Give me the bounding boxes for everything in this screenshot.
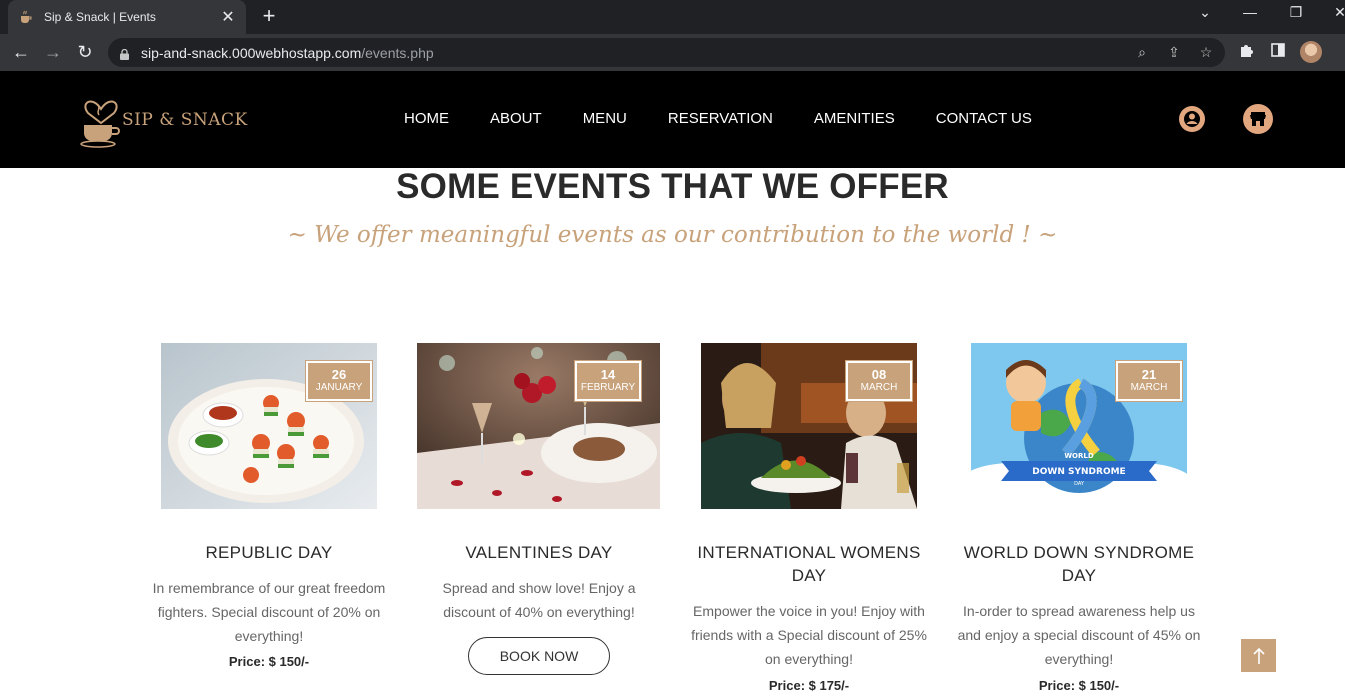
event-price: Price: $ 150/- xyxy=(228,654,310,669)
event-month: MARCH xyxy=(860,382,898,393)
logo-text: SIP & SNACK xyxy=(122,110,248,130)
event-date-badge: 08 MARCH xyxy=(845,360,913,402)
book-now-button[interactable]: BOOK NOW xyxy=(468,637,610,675)
event-day: 14 xyxy=(600,367,616,382)
event-month: JANUARY xyxy=(315,382,363,393)
address-bar[interactable]: sip-and-snack.000webhostapp.com/events.p… xyxy=(108,38,1225,67)
extensions-puzzle-icon[interactable] xyxy=(1236,42,1256,62)
reload-icon[interactable]: ↻ xyxy=(73,40,97,64)
site-header: SIP & SNACK HOME ABOUT MENU RESERVATION … xyxy=(0,71,1345,168)
browser-tab[interactable]: Sip & Snack | Events ✕ xyxy=(8,0,246,34)
nav-amenities[interactable]: AMENITIES xyxy=(814,110,895,127)
image-text-world: WORLD xyxy=(1064,452,1094,460)
event-description: Empower the voice in you! Enjoy with fri… xyxy=(691,603,927,667)
image-text-down-syndrome: DOWN SYNDROME xyxy=(1032,467,1125,477)
nav-home[interactable]: HOME xyxy=(404,110,449,127)
restore-icon[interactable]: ❐ xyxy=(1283,4,1309,21)
event-price: Price: $ 150/- xyxy=(1038,678,1120,693)
url-text: sip-and-snack.000webhostapp.com/events.p… xyxy=(141,44,434,61)
event-day: 21 xyxy=(1141,367,1157,382)
event-month: MARCH xyxy=(1130,382,1168,393)
user-icon xyxy=(1184,111,1200,127)
image-text-day: DAY xyxy=(1074,481,1085,487)
tab-close-icon[interactable]: ✕ xyxy=(220,7,236,27)
store-icon xyxy=(1250,112,1266,126)
minimize-icon[interactable]: — xyxy=(1237,4,1263,20)
event-date-badge: 14 FEBRUARY xyxy=(574,360,642,402)
forward-arrow-icon[interactable]: → xyxy=(41,40,65,64)
event-day: 26 xyxy=(331,367,347,382)
event-month: FEBRUARY xyxy=(580,382,636,393)
side-panel-icon[interactable] xyxy=(1268,42,1288,62)
bookmark-star-icon[interactable]: ☆ xyxy=(1196,42,1216,62)
store-button[interactable] xyxy=(1243,104,1273,134)
browser-toolbar: ← → ↻ sip-and-snack.000webhostapp.com/ev… xyxy=(0,34,1345,71)
section-title: SOME EVENTS THAT WE OFFER xyxy=(396,167,949,206)
event-description: In remembrance of our great freedom figh… xyxy=(152,580,386,644)
tab-search-chevron-icon[interactable]: ⌄ xyxy=(1192,4,1218,21)
event-price: Price: $ 175/- xyxy=(768,678,850,693)
nav-about[interactable]: ABOUT xyxy=(490,110,542,127)
event-day: 08 xyxy=(871,367,887,382)
nav-reservation[interactable]: RESERVATION xyxy=(668,110,773,127)
arrow-up-icon xyxy=(1252,647,1265,664)
back-arrow-icon[interactable]: ← xyxy=(9,40,33,64)
browser-tab-bar: Sip & Snack | Events ✕ + ⌄ — ❐ ✕ xyxy=(0,0,1345,34)
zoom-icon[interactable]: ⌕ xyxy=(1132,42,1152,62)
nav-menu[interactable]: MENU xyxy=(583,110,627,127)
coffee-heart-logo-icon xyxy=(80,100,120,148)
event-date-badge: 26 JANUARY xyxy=(305,360,373,402)
lock-icon xyxy=(120,47,129,60)
coffee-favicon-icon xyxy=(18,9,34,25)
event-description: In-order to spread awareness help us and… xyxy=(957,603,1201,667)
site-logo[interactable]: SIP & SNACK xyxy=(80,91,248,149)
event-description: Spread and show love! Enjoy a discount o… xyxy=(442,580,636,620)
section-subtitle: ~ We offer meaningful events as our cont… xyxy=(287,222,1058,248)
profile-avatar[interactable] xyxy=(1300,41,1322,63)
new-tab-icon[interactable]: + xyxy=(258,5,280,27)
nav-contact-us[interactable]: CONTACT US xyxy=(936,110,1032,127)
back-to-top-button[interactable] xyxy=(1241,639,1276,672)
event-title: VALENTINES DAY xyxy=(465,543,613,562)
browser-menu-icon[interactable]: ⋮ xyxy=(1336,42,1345,62)
event-title: REPUBLIC DAY xyxy=(205,543,333,562)
main-nav: HOME ABOUT MENU RESERVATION AMENITIES CO… xyxy=(404,110,1073,127)
account-button[interactable] xyxy=(1179,106,1205,132)
event-date-badge: 21 MARCH xyxy=(1115,360,1183,402)
window-close-icon[interactable]: ✕ xyxy=(1327,4,1345,21)
event-title: WORLD DOWN SYNDROME DAY xyxy=(963,543,1195,585)
share-icon[interactable]: ⇪ xyxy=(1164,42,1184,62)
event-title: INTERNATIONAL WOMENS DAY xyxy=(697,543,921,585)
tab-title: Sip & Snack | Events xyxy=(44,10,156,24)
